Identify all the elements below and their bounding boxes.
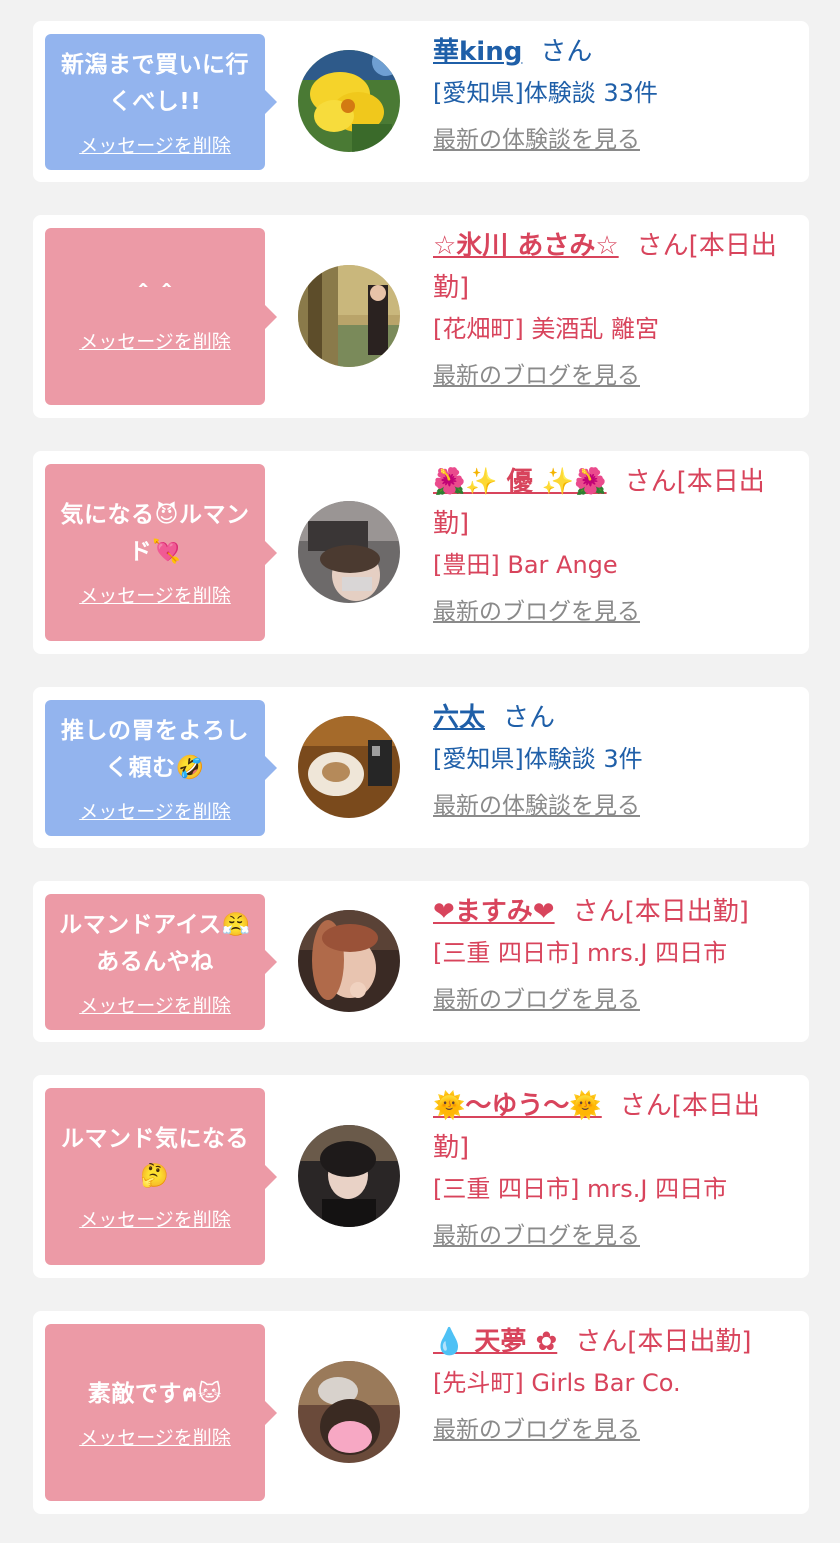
user-subtitle: [愛知県]体験談 3件 xyxy=(433,745,643,773)
message-card: 推しの胃をよろしく頼む🤣 メッセージを削除 六太 さん [愛知県]体験談 3件 最… xyxy=(33,687,809,848)
message-card: 気になる😈ルマンド💘 メッセージを削除 🌺✨ 優 ✨🌺 さん[本日出勤] [豊田]… xyxy=(33,451,809,654)
message-bubble: ルマンド気になる🤔 メッセージを削除 xyxy=(45,1088,277,1265)
name-line: 🌺✨ 優 ✨🌺 さん[本日出勤] xyxy=(433,461,783,545)
message-bubble: 気になる😈ルマンド💘 メッセージを削除 xyxy=(45,464,277,641)
message-bubble: 新潟まで買いに行くべし!! メッセージを削除 xyxy=(45,34,277,170)
honorific: さん xyxy=(540,37,593,67)
latest-post-link[interactable]: 最新のブログを見る xyxy=(433,981,640,1019)
avatar[interactable] xyxy=(298,50,400,152)
message-bubble: ルマンドアイス😤あるんやね メッセージを削除 xyxy=(45,894,277,1030)
delete-message-link[interactable]: メッセージを削除 xyxy=(79,991,231,1018)
message-card: 新潟まで買いに行くべし!! メッセージを削除 華king さん [愛知県]体験談 … xyxy=(33,21,809,182)
user-info: 華king さん [愛知県]体験談 33件 最新の体験談を見る xyxy=(433,31,783,159)
message-text: 新潟まで買いに行くべし!! xyxy=(61,51,249,115)
avatar[interactable] xyxy=(298,910,400,1012)
delete-message-link[interactable]: メッセージを削除 xyxy=(79,327,231,354)
user-name-link[interactable]: 🌞〜ゆう〜🌞 xyxy=(433,1091,602,1121)
message-card: 素敵ですฅ🐱 メッセージを削除 💧 天夢 ✿ さん[本日出勤] [先斗町] Gir… xyxy=(33,1311,809,1514)
avatar[interactable] xyxy=(298,1361,400,1463)
delete-message-link[interactable]: メッセージを削除 xyxy=(79,581,231,608)
message-text: 気になる😈ルマンド💘 xyxy=(60,502,250,565)
honorific: さん[本日出勤] xyxy=(572,897,749,927)
latest-post-link[interactable]: 最新のブログを見る xyxy=(433,593,640,631)
message-bubble: 素敵ですฅ🐱 メッセージを削除 xyxy=(45,1324,277,1501)
name-line: ❤ますみ❤ さん[本日出勤] xyxy=(433,891,783,933)
message-text: 推しの胃をよろしく頼む🤣 xyxy=(61,717,249,781)
avatar[interactable] xyxy=(298,501,400,603)
user-name-link[interactable]: ❤ますみ❤ xyxy=(433,897,555,927)
message-bubble: ＾＾ メッセージを削除 xyxy=(45,228,277,405)
name-line: 💧 天夢 ✿ さん[本日出勤] xyxy=(433,1321,783,1363)
user-name-link[interactable]: 華king xyxy=(433,37,522,67)
user-subtitle: [愛知県]体験談 33件 xyxy=(433,79,658,107)
honorific: さん xyxy=(503,703,556,733)
user-info: ❤ますみ❤ さん[本日出勤] [三重 四日市] mrs.J 四日市 最新のブログを… xyxy=(433,891,783,1019)
latest-post-link[interactable]: 最新の体験談を見る xyxy=(433,787,640,825)
message-card: ＾＾ メッセージを削除 ☆氷川 あさみ☆ さん[本日出勤] [花畑町] 美酒乱 離… xyxy=(33,215,809,418)
delete-message-link[interactable]: メッセージを削除 xyxy=(79,1205,231,1232)
name-line: 華king さん xyxy=(433,31,783,73)
latest-post-link[interactable]: 最新のブログを見る xyxy=(433,1217,640,1255)
latest-post-link[interactable]: 最新のブログを見る xyxy=(433,357,640,395)
user-info: 🌺✨ 優 ✨🌺 さん[本日出勤] [豊田] Bar Ange 最新のブログを見る xyxy=(433,461,783,631)
user-subtitle: [花畑町] 美酒乱 離宮 xyxy=(433,315,659,343)
delete-message-link[interactable]: メッセージを削除 xyxy=(79,131,231,158)
message-text: 素敵ですฅ🐱 xyxy=(87,1380,223,1407)
user-info: ☆氷川 あさみ☆ さん[本日出勤] [花畑町] 美酒乱 離宮 最新のブログを見る xyxy=(433,225,783,395)
delete-message-link[interactable]: メッセージを削除 xyxy=(79,1423,231,1450)
avatar[interactable] xyxy=(298,1125,400,1227)
message-card: ルマンドアイス😤あるんやね メッセージを削除 ❤ますみ❤ さん[本日出勤] [三重… xyxy=(33,881,809,1042)
message-card: ルマンド気になる🤔 メッセージを削除 🌞〜ゆう〜🌞 さん[本日出勤] [三重 四日… xyxy=(33,1075,809,1278)
latest-post-link[interactable]: 最新の体験談を見る xyxy=(433,121,640,159)
user-info: 🌞〜ゆう〜🌞 さん[本日出勤] [三重 四日市] mrs.J 四日市 最新のブログ… xyxy=(433,1085,783,1255)
user-name-link[interactable]: 🌺✨ 優 ✨🌺 xyxy=(433,467,607,497)
user-subtitle: [三重 四日市] mrs.J 四日市 xyxy=(433,1175,728,1203)
user-name-link[interactable]: 六太 xyxy=(433,703,485,733)
message-bubble: 推しの胃をよろしく頼む🤣 メッセージを削除 xyxy=(45,700,277,836)
message-text: ＾＾ xyxy=(131,284,179,311)
user-info: 💧 天夢 ✿ さん[本日出勤] [先斗町] Girls Bar Co. 最新のブロ… xyxy=(433,1321,783,1449)
avatar[interactable] xyxy=(298,716,400,818)
user-subtitle: [先斗町] Girls Bar Co. xyxy=(433,1369,681,1397)
name-line: ☆氷川 あさみ☆ さん[本日出勤] xyxy=(433,225,783,309)
user-subtitle: [豊田] Bar Ange xyxy=(433,551,618,579)
name-line: 六太 さん xyxy=(433,697,783,739)
message-text: ルマンド気になる🤔 xyxy=(61,1126,249,1189)
user-name-link[interactable]: 💧 天夢 ✿ xyxy=(433,1327,557,1357)
user-info: 六太 さん [愛知県]体験談 3件 最新の体験談を見る xyxy=(433,697,783,825)
latest-post-link[interactable]: 最新のブログを見る xyxy=(433,1411,640,1449)
avatar[interactable] xyxy=(298,265,400,367)
name-line: 🌞〜ゆう〜🌞 さん[本日出勤] xyxy=(433,1085,783,1169)
honorific: さん[本日出勤] xyxy=(575,1327,752,1357)
delete-message-link[interactable]: メッセージを削除 xyxy=(79,797,231,824)
message-text: ルマンドアイス😤あるんやね xyxy=(59,911,251,975)
user-name-link[interactable]: ☆氷川 あさみ☆ xyxy=(433,231,619,261)
user-subtitle: [三重 四日市] mrs.J 四日市 xyxy=(433,939,728,967)
